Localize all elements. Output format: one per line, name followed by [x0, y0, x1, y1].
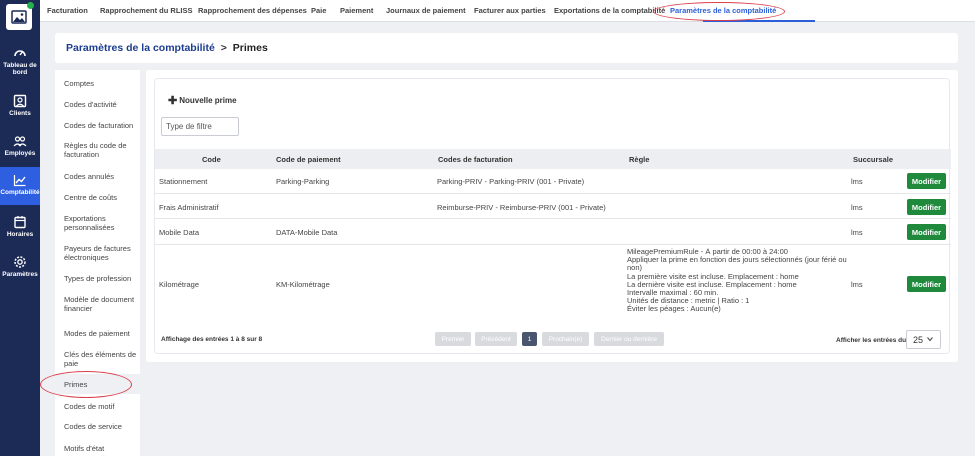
tab-payment-journals[interactable]: Journaux de paiement	[386, 6, 466, 15]
column-header-code[interactable]: Code	[202, 155, 221, 164]
column-header-branch[interactable]: Succursale	[853, 155, 893, 164]
breadcrumb-parent[interactable]: Paramètres de la comptabilité	[66, 42, 215, 54]
breadcrumb-current: Primes	[232, 42, 268, 54]
cell-pay-code: KM-Kilométrage	[276, 280, 330, 289]
side-item-profession-types[interactable]: Types de profession	[64, 274, 140, 283]
plus-icon: ✚	[168, 95, 178, 107]
cell-code: Mobile Data	[159, 228, 200, 237]
column-header-rule[interactable]: Règle	[629, 155, 649, 164]
breadcrumb-separator: >	[220, 42, 227, 54]
side-item-activity-codes[interactable]: Codes d'activité	[64, 100, 140, 109]
cell-branch: lms	[851, 177, 863, 186]
per-page-value: 25	[913, 334, 924, 345]
nav-label: Tableau de bord	[3, 62, 37, 76]
new-premium-label: Nouvelle prime	[179, 96, 237, 105]
modify-button[interactable]: Modifier	[907, 173, 946, 189]
side-item-billing-code-rules[interactable]: Règles du code de facturation	[64, 141, 140, 159]
nav-label: Comptabilité	[0, 189, 40, 196]
breadcrumb: Paramètres de la comptabilité > Primes	[66, 42, 268, 54]
side-item-cost-centers[interactable]: Centre de coûts	[64, 193, 140, 202]
pagination-next[interactable]: Prochain(e)	[542, 332, 589, 346]
filter-input[interactable]	[161, 117, 239, 136]
cell-pay-code: DATA-Mobile Data	[276, 228, 338, 237]
side-item-e-invoice-payers[interactable]: Payeurs de factures électroniques	[64, 244, 140, 262]
cell-code: Frais Administratif	[159, 203, 219, 212]
calendar-icon	[14, 216, 26, 229]
side-item-billing-codes[interactable]: Codes de facturation	[64, 121, 140, 130]
image-icon	[11, 10, 27, 24]
nav-dashboard[interactable]: Tableau de bord	[0, 44, 40, 78]
gear-icon	[14, 256, 26, 268]
dashboard-icon	[14, 50, 26, 57]
nav-settings[interactable]: Paramètres	[0, 253, 40, 280]
cell-branch: lms	[851, 280, 863, 289]
left-navigation: Tableau de bord Clients Employés Comptab…	[0, 0, 40, 456]
tab-accounting-exports[interactable]: Exportations de la comptabilité	[554, 6, 665, 15]
cell-pay-code: Parking-Parking	[276, 177, 330, 186]
tab-payment[interactable]: Paiement	[340, 6, 373, 15]
column-header-pay-code[interactable]: Code de paiement	[276, 155, 341, 164]
app-logo[interactable]	[6, 2, 34, 30]
chevron-down-icon	[927, 337, 933, 342]
nav-label: Paramètres	[2, 271, 38, 278]
nav-clients[interactable]: Clients	[0, 92, 40, 119]
tab-accounting-settings[interactable]: Paramètres de la comptabilité	[670, 6, 776, 15]
nav-label: Employés	[4, 150, 36, 157]
modify-button[interactable]: Modifier	[907, 224, 946, 240]
cell-rule: MileagePremiumRule - À partir de 00:00 à…	[627, 248, 847, 314]
tab-billing[interactable]: Facturation	[47, 6, 88, 15]
tab-expense-reconciliation[interactable]: Rapprochement des dépenses	[198, 6, 307, 15]
tab-bill-parties[interactable]: Facturer aux parties	[474, 6, 546, 15]
premiums-panel: ✚Nouvelle prime Code Code de paiement Co…	[154, 78, 951, 354]
per-page-label: Afficher les entrées du	[836, 337, 907, 344]
nav-schedules[interactable]: Horaires	[0, 213, 40, 240]
pagination-last[interactable]: Dernier ou dernière	[594, 332, 664, 346]
side-item-payment-methods[interactable]: Modes de paiement	[64, 329, 140, 338]
side-item-accounts[interactable]: Comptes	[64, 79, 140, 88]
cell-billing-codes: Reimburse-PRIV - Reimburse-PRIV (001 - P…	[437, 203, 606, 212]
tab-payroll[interactable]: Paie	[311, 6, 326, 15]
modify-button[interactable]: Modifier	[907, 276, 946, 292]
table-row: Stationnement Parking-Parking Parking-PR…	[155, 169, 951, 194]
side-item-cancelled-codes[interactable]: Codes annulés	[64, 172, 140, 181]
active-tab-indicator	[703, 20, 815, 22]
table-header: Code Code de paiement Codes de facturati…	[155, 149, 951, 169]
nav-label: Horaires	[6, 231, 34, 238]
cell-code: Stationnement	[159, 177, 208, 186]
side-item-service-codes[interactable]: Codes de service	[64, 422, 140, 431]
cell-branch: lms	[851, 203, 863, 212]
tab-lhin-reconciliation[interactable]: Rapprochement du RLISS	[100, 6, 193, 15]
side-item-status-reasons[interactable]: Motifs d'état	[64, 444, 140, 453]
page-header: Paramètres de la comptabilité > Primes	[55, 33, 958, 63]
side-item-premiums[interactable]: Primes	[55, 374, 140, 394]
column-header-billing-codes[interactable]: Codes de facturation	[438, 155, 513, 164]
table-row: Frais Administratif Reimburse-PRIV - Rei…	[155, 194, 951, 219]
nav-employees[interactable]: Employés	[0, 132, 40, 159]
clients-icon	[13, 94, 27, 108]
pagination-current-page[interactable]: 1	[522, 332, 537, 346]
nav-accounting[interactable]: Comptabilité	[0, 167, 40, 205]
table-row: Kilométrage KM-Kilométrage MileagePremiu…	[155, 245, 951, 319]
employees-icon	[13, 136, 27, 147]
table-row: Mobile Data DATA-Mobile Data lms Modifie…	[155, 219, 951, 245]
per-page-select[interactable]: 25	[906, 330, 941, 349]
side-item-payroll-keys[interactable]: Clés des éléments de paie	[64, 350, 140, 368]
settings-side-menu: Comptes Codes d'activité Codes de factur…	[55, 70, 140, 456]
pagination-first[interactable]: Premier	[435, 332, 471, 346]
entries-info: Affichage des entrées 1 à 8 sur 8	[161, 336, 263, 343]
status-dot	[27, 2, 34, 9]
main-content-card: ✚Nouvelle prime Code Code de paiement Co…	[146, 70, 958, 362]
side-item-custom-exports[interactable]: Exportations personnalisées	[64, 214, 140, 232]
pagination-previous[interactable]: Précédent	[475, 332, 517, 346]
side-item-reason-codes[interactable]: Codes de motif	[64, 402, 140, 411]
top-tab-bar: Facturation Rapprochement du RLISS Rappr…	[40, 0, 975, 22]
nav-label: Clients	[9, 110, 31, 117]
new-premium-button[interactable]: ✚ Nouvelle prime	[168, 93, 237, 107]
chart-icon	[13, 175, 26, 187]
cell-branch: lms	[851, 228, 863, 237]
cell-billing-codes: Parking-PRIV - Parking-PRIV (001 - Priva…	[437, 177, 585, 186]
modify-button[interactable]: Modifier	[907, 199, 946, 215]
side-item-financial-doc-template[interactable]: Modèle de document financier	[64, 295, 140, 313]
cell-code: Kilométrage	[159, 280, 200, 289]
